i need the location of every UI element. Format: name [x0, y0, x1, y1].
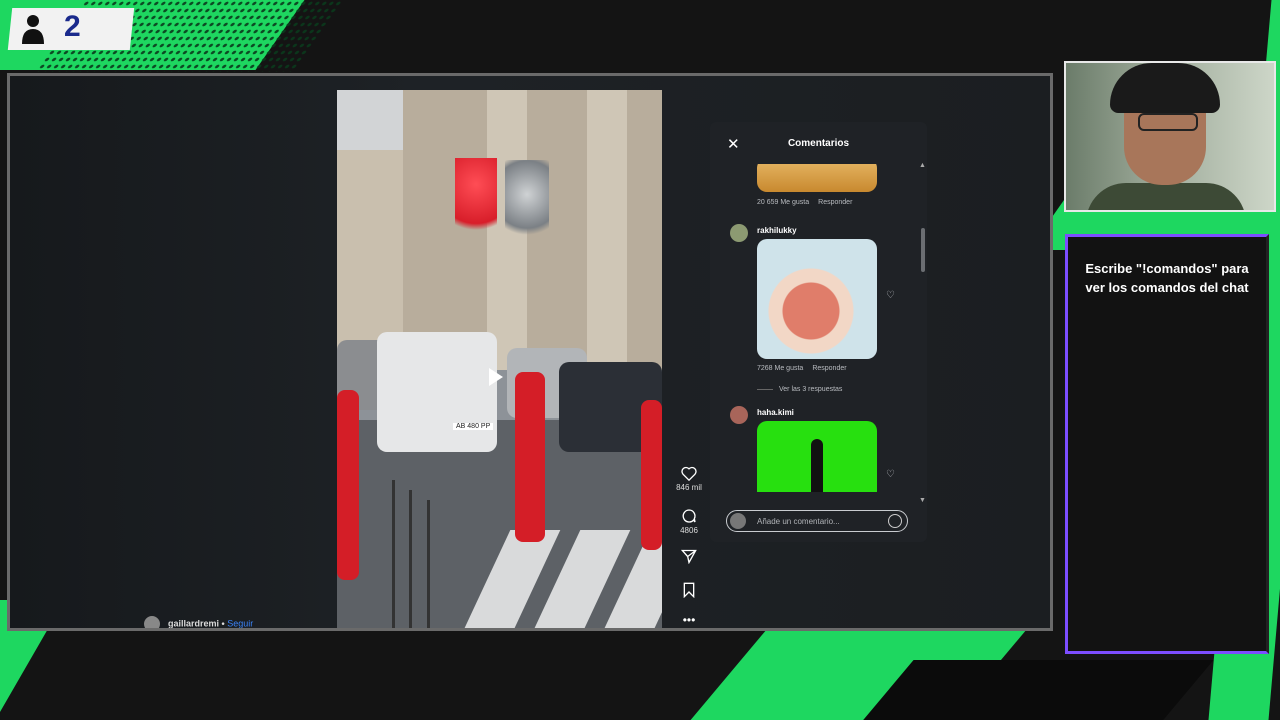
comments-panel: ✕ Comentarios 20 659 Me gusta Responder r…	[710, 122, 927, 542]
avatar	[730, 513, 746, 529]
video-player[interactable]: AB 480 PP	[337, 90, 662, 628]
red-costume-person	[515, 372, 545, 542]
scroll-up-icon[interactable]: ▲	[919, 162, 926, 169]
avatar[interactable]	[730, 406, 748, 424]
heart-icon[interactable]: ♡	[886, 469, 895, 480]
walk-pedestrian-signal	[505, 160, 549, 246]
streamer-hair	[1110, 63, 1220, 113]
streamer-shirt	[1086, 183, 1246, 210]
share-button[interactable]	[674, 549, 704, 564]
viewer-count: 2	[64, 10, 81, 43]
fence	[392, 480, 395, 628]
webcam-feed	[1064, 61, 1276, 212]
more-icon[interactable]: •••	[674, 614, 704, 626]
comment-button[interactable]: 4806	[674, 508, 704, 535]
heart-icon	[681, 466, 697, 481]
comment-likes: 7268 Me gusta	[757, 365, 804, 372]
white-van	[377, 332, 497, 452]
comment-icon	[682, 509, 696, 523]
emoji-icon[interactable]	[888, 514, 902, 528]
building	[337, 150, 407, 360]
chat-panel: Escribe "!comandos" para ver los comando…	[1065, 234, 1269, 654]
red-costume-person	[641, 400, 662, 550]
avatar[interactable]	[730, 224, 748, 242]
license-plate: AB 480 PP	[453, 423, 494, 430]
pillar	[587, 90, 627, 370]
chat-commands-message: Escribe "!comandos" para ver los comando…	[1085, 261, 1249, 295]
comment-username[interactable]: haha.kimi	[757, 408, 794, 417]
captured-screen: AB 480 PP gaillardremi • Seguir 846 mil …	[7, 73, 1053, 631]
red-pedestrian-signal	[455, 158, 497, 246]
heart-icon[interactable]: ♡	[886, 290, 895, 301]
avatar	[144, 616, 160, 628]
comments-scrollbar[interactable]: ▲ ▼	[919, 162, 926, 504]
red-costume-person	[337, 390, 359, 580]
scrollbar-thumb[interactable]	[921, 228, 925, 272]
reply-button[interactable]: Responder	[812, 365, 846, 372]
comment-gif	[757, 421, 877, 492]
fence	[427, 500, 430, 628]
like-count: 846 mil	[676, 483, 702, 492]
comment-meta: 20 659 Me gusta Responder	[757, 199, 861, 206]
play-icon[interactable]	[489, 368, 503, 386]
person-icon	[22, 15, 44, 44]
comment-placeholder: Añade un comentario...	[757, 517, 840, 526]
reply-button[interactable]: Responder	[818, 199, 852, 206]
scroll-down-icon[interactable]: ▼	[919, 497, 926, 504]
comments-title: Comentarios	[787, 138, 850, 149]
silhouette	[811, 439, 823, 492]
save-button[interactable]	[674, 582, 704, 598]
bookmark-icon	[683, 582, 695, 598]
fence	[409, 490, 412, 628]
like-button[interactable]: 846 mil	[674, 466, 704, 492]
view-replies[interactable]: Ver las 3 respuestas	[757, 386, 851, 393]
share-icon	[681, 549, 697, 564]
video-author[interactable]: gaillardremi • Seguir	[144, 616, 253, 629]
comment-gif	[757, 239, 877, 359]
comments-header: ✕ Comentarios	[710, 122, 927, 164]
streamer-glasses	[1138, 113, 1198, 131]
comment-likes: 20 659 Me gusta	[757, 199, 810, 206]
comment-meta: 7268 Me gusta Responder	[757, 365, 856, 372]
comments-list[interactable]: 20 659 Me gusta Responder rakhilukky ♡ 72…	[710, 164, 920, 492]
follow-button[interactable]: Seguir	[227, 618, 253, 628]
author-name: gaillardremi	[168, 618, 220, 629]
comment-gif	[757, 164, 877, 192]
comment-username[interactable]: rakhilukky	[757, 226, 797, 235]
comment-count: 4806	[680, 526, 698, 535]
comment-input[interactable]: Añade un comentario...	[726, 510, 908, 532]
